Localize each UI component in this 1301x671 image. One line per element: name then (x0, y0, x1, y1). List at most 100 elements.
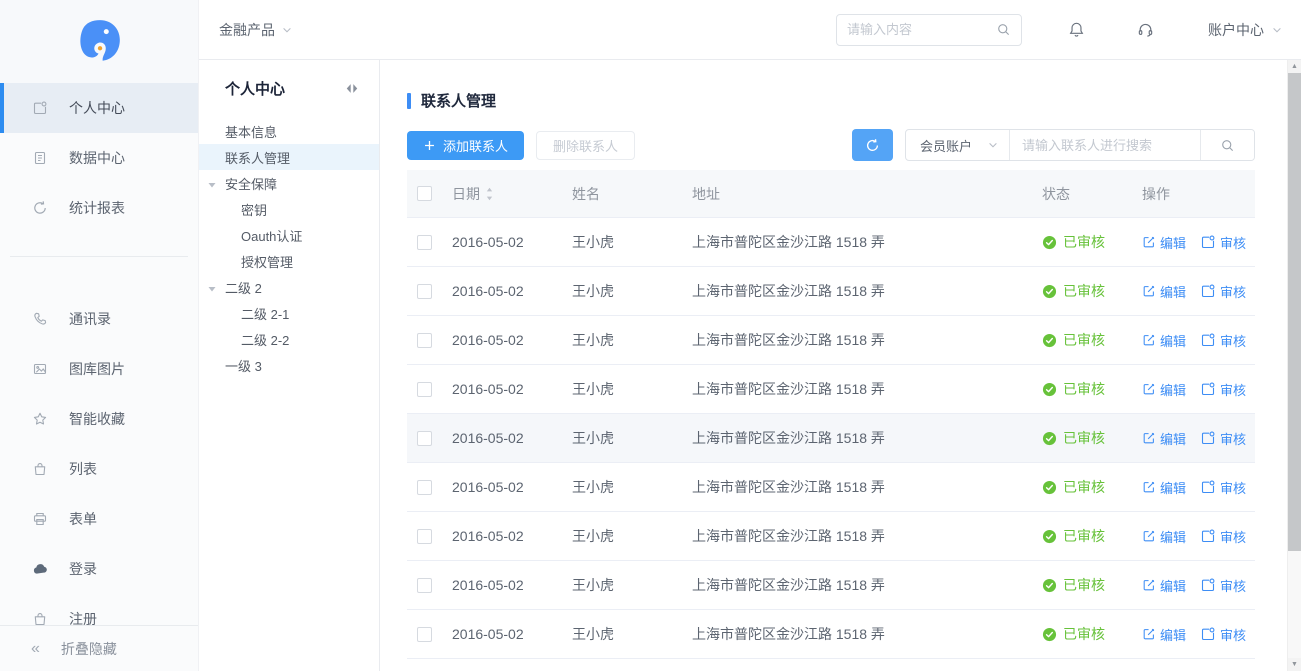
audit-link[interactable]: 审核 (1200, 478, 1246, 497)
header-cell[interactable]: 日期 (442, 184, 562, 204)
row-checkbox[interactable] (417, 430, 432, 446)
submenu-item-label: 授权管理 (241, 254, 294, 270)
cell-status: 已审核 (1032, 281, 1132, 301)
cell-name: 王小虎 (572, 381, 614, 397)
collapse-sidebar-button[interactable]: « 折叠隐藏 (0, 625, 198, 671)
submenu-item[interactable]: 二级 2 (199, 274, 379, 300)
check-circle-icon (1042, 627, 1057, 642)
account-menu[interactable]: 账户中心 (1208, 20, 1283, 40)
status-badge: 已审核 (1042, 526, 1105, 546)
panel-toggle-icon[interactable] (345, 83, 359, 94)
audit-icon (1200, 381, 1216, 397)
submenu-item[interactable]: 二级 2-2 (199, 326, 379, 352)
row-checkbox[interactable] (417, 626, 432, 642)
edit-link[interactable]: 编辑 (1142, 478, 1186, 497)
cell-date: 2016-05-02 (452, 332, 524, 348)
row-checkbox[interactable] (417, 234, 432, 250)
submenu-item[interactable]: 二级 2-1 (199, 300, 379, 326)
submenu-item[interactable]: 密钥 (199, 196, 379, 222)
add-contact-button[interactable]: 添加联系人 (407, 130, 525, 160)
audit-label: 审核 (1220, 480, 1247, 496)
cell-date: 2016-05-02 (452, 234, 524, 250)
contact-search-button[interactable] (1200, 130, 1254, 160)
audit-link[interactable]: 审核 (1200, 331, 1246, 350)
search-icon[interactable] (996, 22, 1011, 37)
cell-address: 上海市普陀区金沙江路 1518 弄 (692, 381, 885, 397)
edit-link[interactable]: 编辑 (1142, 527, 1186, 546)
delete-contact-button[interactable]: 删除联系人 (536, 130, 636, 160)
audit-icon (1200, 528, 1216, 544)
header-cell: 姓名 (562, 184, 682, 204)
sidebar-item-data-center[interactable]: 数据中心 (0, 133, 198, 183)
audit-link[interactable]: 审核 (1200, 282, 1246, 301)
sidebar-item-contacts-book[interactable]: 通讯录 (0, 294, 198, 344)
edit-label: 编辑 (1160, 480, 1187, 496)
sidebar-item-personal-center[interactable]: 个人中心 (0, 83, 198, 133)
status-label: 已审核 (1063, 479, 1105, 495)
sidebar-item-stats-report[interactable]: 统计报表 (0, 183, 198, 233)
cell-status: 已审核 (1032, 575, 1132, 595)
edit-link[interactable]: 编辑 (1142, 625, 1186, 644)
plus-icon (423, 139, 436, 152)
status-badge: 已审核 (1042, 379, 1105, 399)
product-menu-label: 金融产品 (219, 21, 275, 38)
submenu-item[interactable]: 联系人管理 (199, 144, 379, 170)
contact-search-field[interactable] (1010, 130, 1200, 160)
audit-icon (1200, 332, 1216, 348)
submenu-item[interactable]: Oauth认证 (199, 222, 379, 248)
refresh-button[interactable] (852, 129, 893, 161)
audit-link[interactable]: 审核 (1200, 380, 1246, 399)
edit-link[interactable]: 编辑 (1142, 282, 1186, 301)
cell-name: 王小虎 (572, 234, 614, 250)
elephant-logo-icon (74, 16, 124, 68)
global-search-input[interactable] (847, 22, 996, 37)
submenu-item[interactable]: 授权管理 (199, 248, 379, 274)
edit-link[interactable]: 编辑 (1142, 576, 1186, 595)
sidebar-item-list[interactable]: 列表 (0, 444, 198, 494)
scrollbar-track[interactable] (1288, 551, 1301, 658)
row-checkbox[interactable] (417, 577, 432, 593)
contact-search-input[interactable] (1022, 137, 1188, 153)
row-checkbox[interactable] (417, 528, 432, 544)
edit-link[interactable]: 编辑 (1142, 331, 1186, 350)
select-all-checkbox[interactable] (417, 186, 432, 201)
row-checkbox[interactable] (417, 283, 432, 299)
row-checkbox[interactable] (417, 381, 432, 397)
edit-link[interactable]: 编辑 (1142, 429, 1186, 448)
audit-link[interactable]: 审核 (1200, 429, 1246, 448)
bell-icon[interactable] (1068, 21, 1085, 38)
scroll-up-arrow[interactable]: ▲ (1288, 60, 1301, 73)
sort-caret-icon[interactable] (485, 186, 494, 202)
scroll-down-arrow[interactable]: ▼ (1288, 658, 1301, 671)
row-checkbox[interactable] (417, 332, 432, 348)
audit-link[interactable]: 审核 (1200, 527, 1246, 546)
submenu-list: 基本信息联系人管理安全保障密钥 Oauth认证授权管理二级 2 二级 2-1 二级 2… (199, 118, 379, 378)
submenu-item[interactable]: 一级 3 (199, 352, 379, 378)
audit-link[interactable]: 审核 (1200, 625, 1246, 644)
submenu-item[interactable]: 安全保障 (199, 170, 379, 196)
audit-icon (31, 100, 48, 116)
headset-icon[interactable] (1137, 21, 1154, 38)
submenu-item[interactable]: 基本信息 (199, 118, 379, 144)
sidebar-item-smart-favorites[interactable]: 智能收藏 (0, 394, 198, 444)
edit-link[interactable]: 编辑 (1142, 380, 1186, 399)
cell-checkbox (407, 234, 442, 250)
sidebar-item-form[interactable]: 表单 (0, 494, 198, 544)
global-search[interactable] (836, 13, 1022, 46)
cell-checkbox (407, 479, 442, 495)
member-account-select[interactable]: 会员账户 (906, 130, 1010, 160)
check-circle-icon (1042, 529, 1057, 544)
submenu-item-label: 基本信息 (225, 124, 278, 140)
edit-link[interactable]: 编辑 (1142, 233, 1186, 252)
audit-link[interactable]: 审核 (1200, 233, 1246, 252)
scrollbar-thumb[interactable] (1288, 73, 1301, 551)
cell-checkbox (407, 430, 442, 446)
audit-link[interactable]: 审核 (1200, 576, 1246, 595)
table-row: 2016-05-02 王小虎 上海市普陀区金沙江路 1518 弄 已审核 编辑 审核 (407, 414, 1255, 463)
submenu-item-label: 安全保障 (225, 176, 278, 192)
vertical-scrollbar[interactable]: ▲ ▼ (1287, 60, 1301, 671)
product-menu[interactable]: 金融产品 (219, 20, 293, 40)
row-checkbox[interactable] (417, 479, 432, 495)
sidebar-item-gallery[interactable]: 图库图片 (0, 344, 198, 394)
sidebar-item-login[interactable]: 登录 (0, 544, 198, 594)
